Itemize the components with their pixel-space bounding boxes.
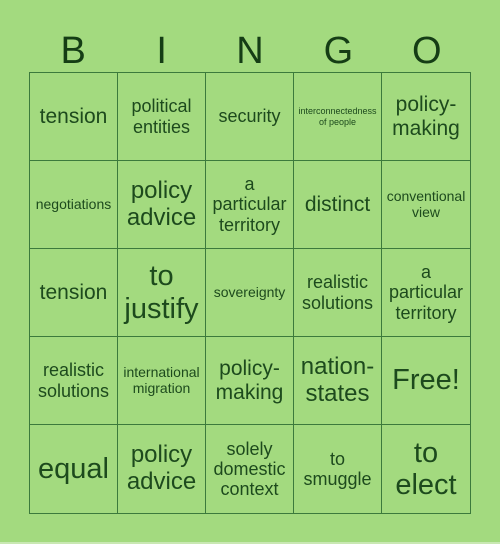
bingo-cell[interactable]: distinct xyxy=(294,161,382,249)
bingo-cell[interactable]: political entities xyxy=(118,73,206,161)
header-letter-o: O xyxy=(412,30,442,72)
header-letter-n: N xyxy=(236,30,264,72)
bingo-cell[interactable]: realistic solutions xyxy=(30,337,118,425)
header-letter-g: G xyxy=(323,30,354,72)
bingo-cell[interactable]: negotiations xyxy=(30,161,118,249)
bingo-cell[interactable]: realistic solutions xyxy=(294,249,382,337)
bingo-cell[interactable]: sovereignty xyxy=(206,249,294,337)
bingo-cell[interactable]: nation-states xyxy=(294,337,382,425)
bingo-cell[interactable]: interconnectedness of people xyxy=(294,73,382,161)
bingo-header: B I N G O xyxy=(29,30,471,72)
free-space-cell[interactable]: Free! xyxy=(382,337,470,425)
bingo-cell[interactable]: solely domestic context xyxy=(206,425,294,513)
bingo-cell[interactable]: international migration xyxy=(118,337,206,425)
bingo-cell[interactable]: a particular territory xyxy=(382,249,470,337)
bingo-cell[interactable]: policy advice xyxy=(118,161,206,249)
bingo-cell[interactable]: to elect xyxy=(382,425,470,513)
bingo-cell[interactable]: a particular territory xyxy=(206,161,294,249)
bingo-cell[interactable]: policy-making xyxy=(206,337,294,425)
bingo-cell[interactable]: to smuggle xyxy=(294,425,382,513)
bingo-board: tension political entities security inte… xyxy=(29,72,471,514)
bingo-cell[interactable]: policy advice xyxy=(118,425,206,513)
bingo-cell[interactable]: security xyxy=(206,73,294,161)
header-letter-b: B xyxy=(60,30,86,72)
bingo-cell[interactable]: to justify xyxy=(118,249,206,337)
bingo-cell[interactable]: policy-making xyxy=(382,73,470,161)
header-letter-i: I xyxy=(156,30,167,72)
bingo-cell[interactable]: conventional view xyxy=(382,161,470,249)
bingo-cell[interactable]: tension xyxy=(30,249,118,337)
bingo-cell[interactable]: equal xyxy=(30,425,118,513)
bingo-cell[interactable]: tension xyxy=(30,73,118,161)
